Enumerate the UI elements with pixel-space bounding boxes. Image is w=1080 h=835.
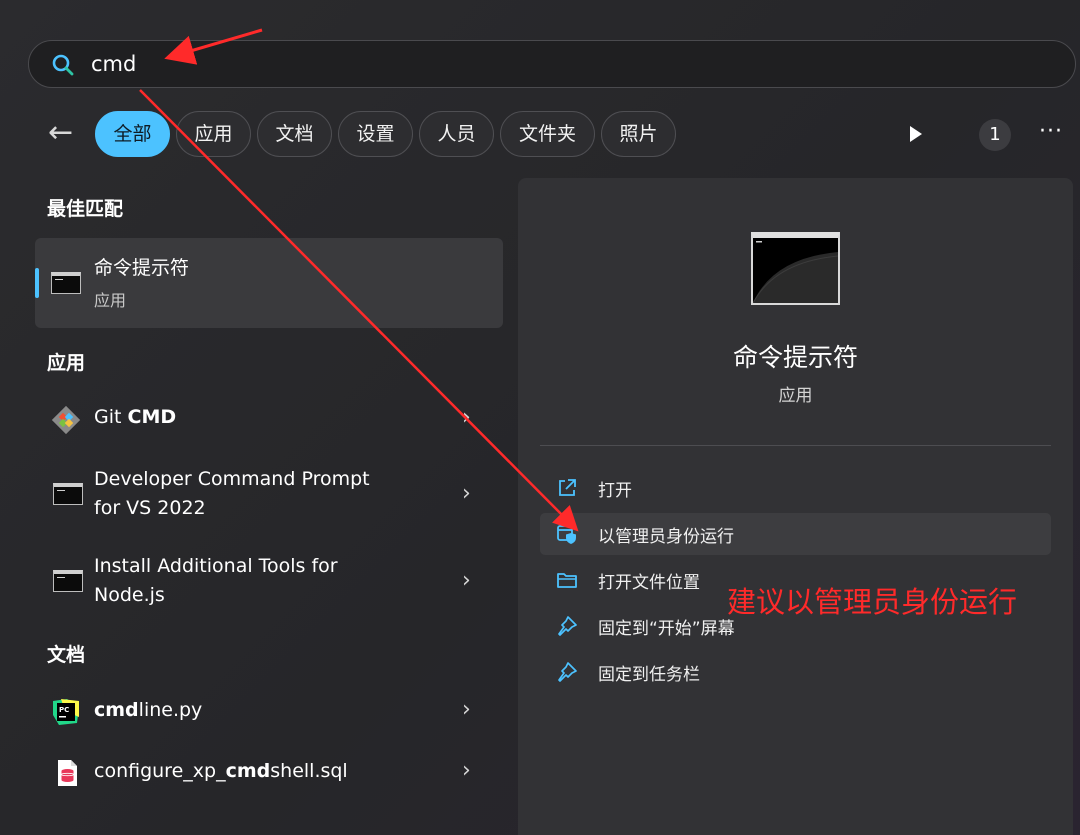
search-icon xyxy=(52,54,74,76)
best-match-title: 命令提示符 xyxy=(94,257,190,279)
documents-heading: 文档 xyxy=(47,644,86,666)
chevron-right-icon[interactable]: › xyxy=(462,481,471,506)
filter-chip-settings[interactable]: 设置 xyxy=(338,111,413,157)
command-prompt-icon xyxy=(53,570,83,592)
chevron-right-icon[interactable]: › xyxy=(462,568,471,593)
action-pin-to-taskbar-label: 固定到任务栏 xyxy=(598,665,700,685)
command-prompt-large-icon xyxy=(751,232,840,305)
list-item-install-additional-tools[interactable]: Install Additional Tools for Node.js › xyxy=(35,551,503,613)
search-input[interactable] xyxy=(91,49,991,79)
filter-chip-documents[interactable]: 文档 xyxy=(257,111,332,157)
best-match-item[interactable]: 命令提示符 应用 xyxy=(35,238,503,328)
developer-command-prompt-line2: for VS 2022 xyxy=(94,497,206,519)
pin-icon xyxy=(558,616,577,636)
install-additional-tools-line1: Install Additional Tools for xyxy=(94,555,338,577)
command-prompt-icon xyxy=(51,272,81,294)
filter-chip-photos[interactable]: 照片 xyxy=(601,111,676,157)
developer-command-prompt-line1: Developer Command Prompt xyxy=(94,468,370,490)
command-prompt-icon xyxy=(53,483,83,505)
list-item-configure-xp-cmdshell-sql[interactable]: configure_xp_cmdshell.sql › xyxy=(35,749,503,795)
action-run-as-admin[interactable]: 以管理员身份运行 xyxy=(540,513,1051,555)
cmdline-py-label: cmdline.py xyxy=(94,699,203,721)
best-match-subtitle: 应用 xyxy=(94,291,127,310)
annotation-text: 建议以管理员身份运行 xyxy=(727,585,1018,619)
best-match-heading: 最佳匹配 xyxy=(47,198,124,220)
filter-chip-folders[interactable]: 文件夹 xyxy=(500,111,595,157)
filter-chip-people[interactable]: 人员 xyxy=(419,111,494,157)
action-pin-to-start-label: 固定到“开始”屏幕 xyxy=(598,619,735,639)
more-options-icon[interactable]: ··· xyxy=(1036,117,1066,147)
back-arrow-icon[interactable]: ← xyxy=(48,118,82,152)
chevron-right-icon[interactable]: › xyxy=(462,405,471,430)
action-open-label: 打开 xyxy=(598,481,632,501)
detail-subtitle: 应用 xyxy=(778,386,813,406)
chevron-right-icon[interactable]: › xyxy=(462,758,471,783)
pycharm-icon: PC xyxy=(53,699,79,725)
chevron-right-icon[interactable]: › xyxy=(462,697,471,722)
search-bar[interactable] xyxy=(28,40,1076,88)
selection-indicator xyxy=(35,268,39,298)
admin-shield-icon xyxy=(557,525,576,544)
divider xyxy=(540,445,1051,446)
action-pin-to-taskbar[interactable]: 固定到任务栏 xyxy=(540,651,1051,693)
install-additional-tools-line2: Node.js xyxy=(94,584,165,606)
filter-chip-all[interactable]: 全部 xyxy=(95,111,170,157)
list-item-git-cmd[interactable]: Git CMD › xyxy=(35,396,503,442)
configure-xp-cmdshell-label: configure_xp_cmdshell.sql xyxy=(94,760,348,782)
filter-chip-apps[interactable]: 应用 xyxy=(176,111,251,157)
action-open[interactable]: 打开 xyxy=(540,467,1051,509)
pin-icon xyxy=(558,662,577,682)
detail-title: 命令提示符 xyxy=(732,343,858,372)
count-badge[interactable]: 1 xyxy=(979,119,1011,151)
folder-icon xyxy=(557,573,577,588)
sql-file-icon xyxy=(58,760,77,786)
list-item-cmdline-py[interactable]: PC cmdline.py › xyxy=(35,688,503,734)
action-open-file-location-label: 打开文件位置 xyxy=(598,573,700,593)
detail-panel: 命令提示符 应用 打开 以管理员身份运行 打开文件位置 固定到“开始”屏幕 固定… xyxy=(518,178,1073,835)
git-cmd-label: Git CMD xyxy=(94,406,177,428)
play-icon[interactable] xyxy=(903,122,927,146)
action-run-as-admin-label: 以管理员身份运行 xyxy=(598,527,734,547)
svg-text:PC: PC xyxy=(59,706,69,714)
open-external-icon xyxy=(559,479,576,496)
list-item-developer-command-prompt[interactable]: Developer Command Prompt for VS 2022 › xyxy=(35,464,503,526)
apps-heading: 应用 xyxy=(47,352,86,374)
git-cmd-icon xyxy=(51,405,81,435)
